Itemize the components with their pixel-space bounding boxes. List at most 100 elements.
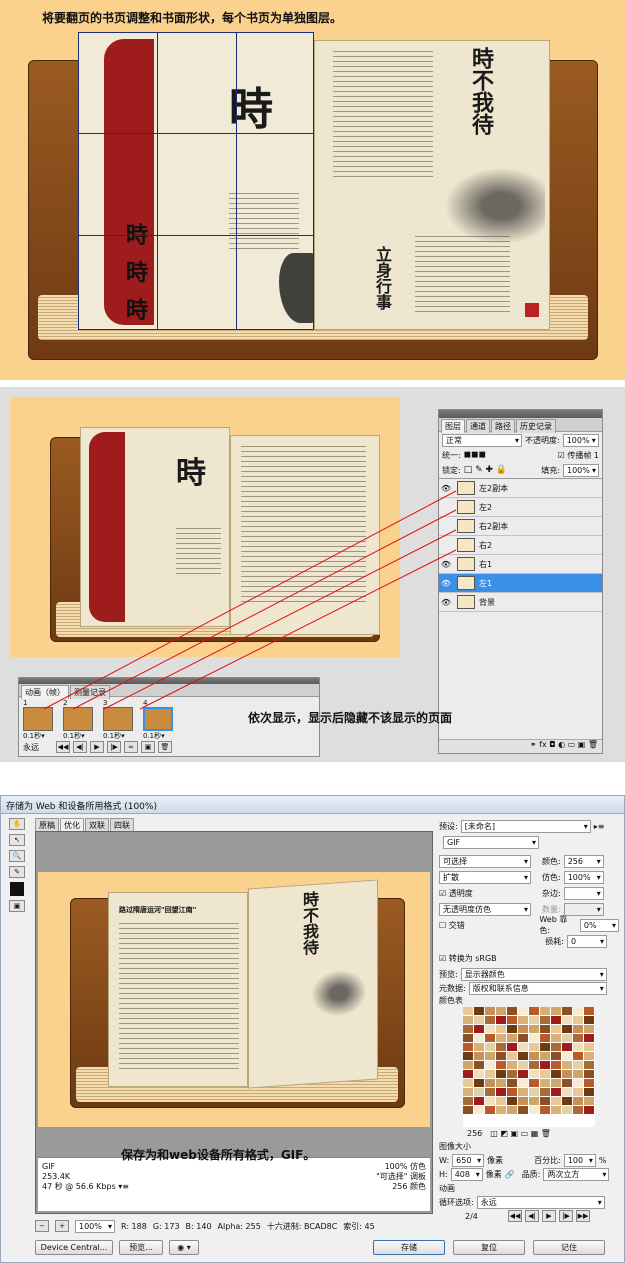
color-swatch[interactable] <box>496 1097 507 1106</box>
color-swatch[interactable] <box>496 1025 507 1034</box>
color-swatch[interactable] <box>507 1061 518 1070</box>
color-swatch[interactable] <box>518 1088 529 1097</box>
color-swatch[interactable] <box>474 1025 485 1034</box>
color-swatch[interactable] <box>496 1007 507 1016</box>
color-swatch[interactable] <box>474 1088 485 1097</box>
color-swatch[interactable] <box>507 1007 518 1016</box>
color-swatch[interactable] <box>463 1061 474 1070</box>
zoom-in-button[interactable]: + <box>55 1220 69 1232</box>
zoom-select[interactable]: 100% <box>75 1219 115 1233</box>
color-swatch[interactable] <box>573 1034 584 1043</box>
color-swatch[interactable] <box>540 1070 551 1079</box>
prev-frame-button[interactable]: ◀| <box>525 1210 539 1222</box>
dither-input[interactable]: 100% <box>563 870 604 884</box>
color-swatch[interactable] <box>540 1034 551 1043</box>
color-swatch[interactable] <box>540 1007 551 1016</box>
matte-select[interactable] <box>563 886 604 900</box>
slice-select-icon[interactable]: ↖ <box>9 834 25 846</box>
color-swatch[interactable] <box>540 1016 551 1025</box>
color-swatch[interactable] <box>584 1097 595 1106</box>
color-swatch[interactable] <box>529 1034 540 1043</box>
color-swatch[interactable] <box>584 1043 595 1052</box>
last-frame-button[interactable]: ▶▶ <box>576 1210 590 1222</box>
color-swatch[interactable] <box>485 1043 496 1052</box>
color-swatch[interactable] <box>573 1061 584 1070</box>
color-swatch[interactable] <box>562 1088 573 1097</box>
width-input[interactable]: 650 <box>452 1153 485 1167</box>
preview-button[interactable]: 预览... <box>119 1240 163 1255</box>
convert-srgb-checkbox[interactable]: ☑ 转换为 sRGB <box>439 953 619 967</box>
color-swatch[interactable] <box>518 1079 529 1088</box>
color-swatch[interactable] <box>573 1088 584 1097</box>
lossy-input[interactable]: 0 <box>567 934 607 948</box>
color-swatch[interactable] <box>551 1106 562 1115</box>
color-swatch[interactable] <box>507 1106 518 1115</box>
color-swatch[interactable] <box>496 1070 507 1079</box>
color-swatch[interactable] <box>529 1079 540 1088</box>
color-swatch[interactable] <box>485 1007 496 1016</box>
color-swatch[interactable] <box>463 1016 474 1025</box>
color-swatch[interactable] <box>540 1061 551 1070</box>
color-swatch[interactable] <box>463 1079 474 1088</box>
transparency-checkbox[interactable]: ☑ 透明度 <box>439 888 531 899</box>
eyedropper-icon[interactable]: ✎ <box>9 866 25 878</box>
color-swatch[interactable] <box>496 1016 507 1025</box>
color-swatch[interactable] <box>573 1106 584 1115</box>
color-swatch[interactable] <box>518 1061 529 1070</box>
tab-original[interactable]: 原稿 <box>35 818 59 832</box>
browser-select-icon[interactable]: ◉ ▾ <box>169 1240 199 1255</box>
color-swatch[interactable] <box>485 1016 496 1025</box>
color-swatch[interactable] <box>463 1052 474 1061</box>
color-swatch[interactable] <box>507 1052 518 1061</box>
color-swatch[interactable] <box>518 1034 529 1043</box>
color-swatch[interactable] <box>584 1106 595 1115</box>
color-swatch[interactable] <box>496 1061 507 1070</box>
first-frame-button[interactable]: ◀◀ <box>508 1210 522 1222</box>
color-swatch[interactable] <box>496 1034 507 1043</box>
color-swatch[interactable] <box>551 1097 562 1106</box>
color-swatch[interactable] <box>529 1106 540 1115</box>
color-swatch[interactable] <box>485 1061 496 1070</box>
color-swatch[interactable] <box>485 1070 496 1079</box>
color-swatch[interactable] <box>551 1043 562 1052</box>
color-swatch[interactable] <box>485 1088 496 1097</box>
color-swatch[interactable] <box>540 1097 551 1106</box>
color-swatch[interactable] <box>485 1106 496 1115</box>
tab-2up[interactable]: 双联 <box>85 818 109 832</box>
color-swatch[interactable] <box>540 1088 551 1097</box>
color-swatch[interactable] <box>584 1088 595 1097</box>
color-swatch[interactable] <box>584 1070 595 1079</box>
color-swatch[interactable] <box>551 1061 562 1070</box>
color-swatch[interactable] <box>518 1007 529 1016</box>
metadata-select[interactable]: 版权和联系信息 <box>468 981 607 995</box>
color-swatch[interactable] <box>474 1052 485 1061</box>
color-swatch[interactable] <box>474 1106 485 1115</box>
color-swatch[interactable] <box>529 1043 540 1052</box>
play-button[interactable]: ▶ <box>542 1210 556 1222</box>
color-swatch[interactable] <box>474 1061 485 1070</box>
color-swatch[interactable] <box>540 1052 551 1061</box>
reduction-select[interactable]: 可选择 <box>439 854 531 868</box>
color-swatch[interactable] <box>485 1079 496 1088</box>
height-input[interactable]: 408 <box>450 1167 483 1181</box>
color-swatch[interactable] <box>584 1052 595 1061</box>
color-swatch[interactable] <box>474 1079 485 1088</box>
next-frame-button[interactable]: |▶ <box>559 1210 573 1222</box>
eyedropper-color-swatch[interactable] <box>10 882 24 896</box>
color-swatch[interactable] <box>496 1052 507 1061</box>
color-swatch[interactable] <box>463 1007 474 1016</box>
info-download-time[interactable]: 47 秒 @ 56.6 Kbps ▾≡ <box>42 1182 129 1192</box>
link-icon[interactable]: 🔗 <box>505 1170 515 1179</box>
color-swatch[interactable] <box>518 1106 529 1115</box>
color-swatch[interactable] <box>584 1007 595 1016</box>
interlaced-checkbox[interactable]: ☐ 交错 <box>439 920 528 931</box>
zoom-out-button[interactable]: − <box>35 1220 49 1232</box>
color-swatch[interactable] <box>507 1097 518 1106</box>
color-swatch[interactable] <box>474 1070 485 1079</box>
color-swatch[interactable] <box>529 1097 540 1106</box>
format-select[interactable]: GIF <box>443 836 539 849</box>
color-swatch[interactable] <box>551 1034 562 1043</box>
color-swatch[interactable] <box>573 1070 584 1079</box>
color-swatch[interactable] <box>496 1043 507 1052</box>
color-swatch[interactable] <box>485 1052 496 1061</box>
